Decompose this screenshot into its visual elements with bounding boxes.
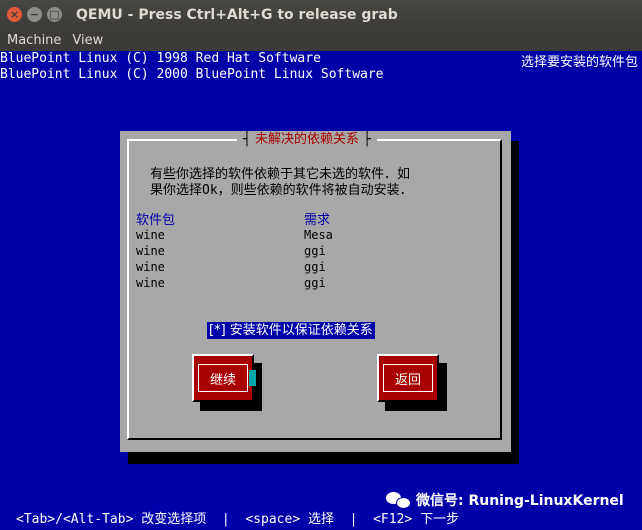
console-line-1: BluePoint Linux (C) 1998 Red Hat Softwar… bbox=[0, 51, 321, 66]
continue-button[interactable]: 继续 bbox=[192, 354, 254, 402]
back-button[interactable]: 返回 bbox=[377, 354, 439, 402]
installer-screen-title: 选择要安装的软件包 bbox=[520, 55, 638, 70]
menu-bar: Machine View bbox=[0, 29, 642, 51]
console-line-2: BluePoint Linux (C) 2000 BluePoint Linux… bbox=[0, 67, 384, 82]
column-header-requirement: 需求 bbox=[304, 213, 331, 228]
maximize-icon[interactable]: □ bbox=[47, 7, 62, 22]
menu-machine[interactable]: Machine bbox=[7, 33, 61, 48]
minimize-icon[interactable]: − bbox=[27, 7, 42, 22]
back-button-label: 返回 bbox=[394, 372, 421, 388]
dialog-message-line-2: 果你选择Ok，则些依赖的软件将被自动安装． bbox=[150, 183, 413, 198]
table-row-requirement: ggi bbox=[304, 276, 326, 290]
table-row-package: wine bbox=[136, 260, 165, 274]
menu-view[interactable]: View bbox=[72, 33, 103, 48]
window-titlebar[interactable]: × − □ QEMU - Press Ctrl+Alt+G to release… bbox=[0, 0, 642, 29]
resolve-dependencies-checkbox[interactable]: [*] 安装软件以保证依赖关系 bbox=[207, 322, 375, 339]
table-row-requirement: ggi bbox=[304, 260, 326, 274]
continue-button-label: 继续 bbox=[209, 372, 236, 388]
dialog-title: ┤ 未解决的依赖关系 ├ bbox=[237, 131, 377, 148]
help-footer: <Tab>/<Alt-Tab> 改变选择项 | <space> 选择 | <F1… bbox=[16, 512, 460, 527]
wechat-icon bbox=[386, 490, 411, 510]
column-header-package: 软件包 bbox=[136, 213, 176, 228]
close-icon[interactable]: × bbox=[7, 7, 22, 22]
watermark-text: 微信号: Runing-LinuxKernel bbox=[416, 493, 624, 509]
table-row-package: wine bbox=[136, 276, 165, 290]
window-title: QEMU - Press Ctrl+Alt+G to release grab bbox=[76, 6, 398, 23]
table-row-requirement: ggi bbox=[304, 244, 326, 258]
table-row-requirement: Mesa bbox=[304, 228, 333, 242]
text-cursor bbox=[249, 370, 256, 386]
vm-screen[interactable]: BluePoint Linux (C) 1998 Red Hat Softwar… bbox=[0, 51, 642, 530]
table-row-package: wine bbox=[136, 228, 165, 242]
table-row-package: wine bbox=[136, 244, 165, 258]
